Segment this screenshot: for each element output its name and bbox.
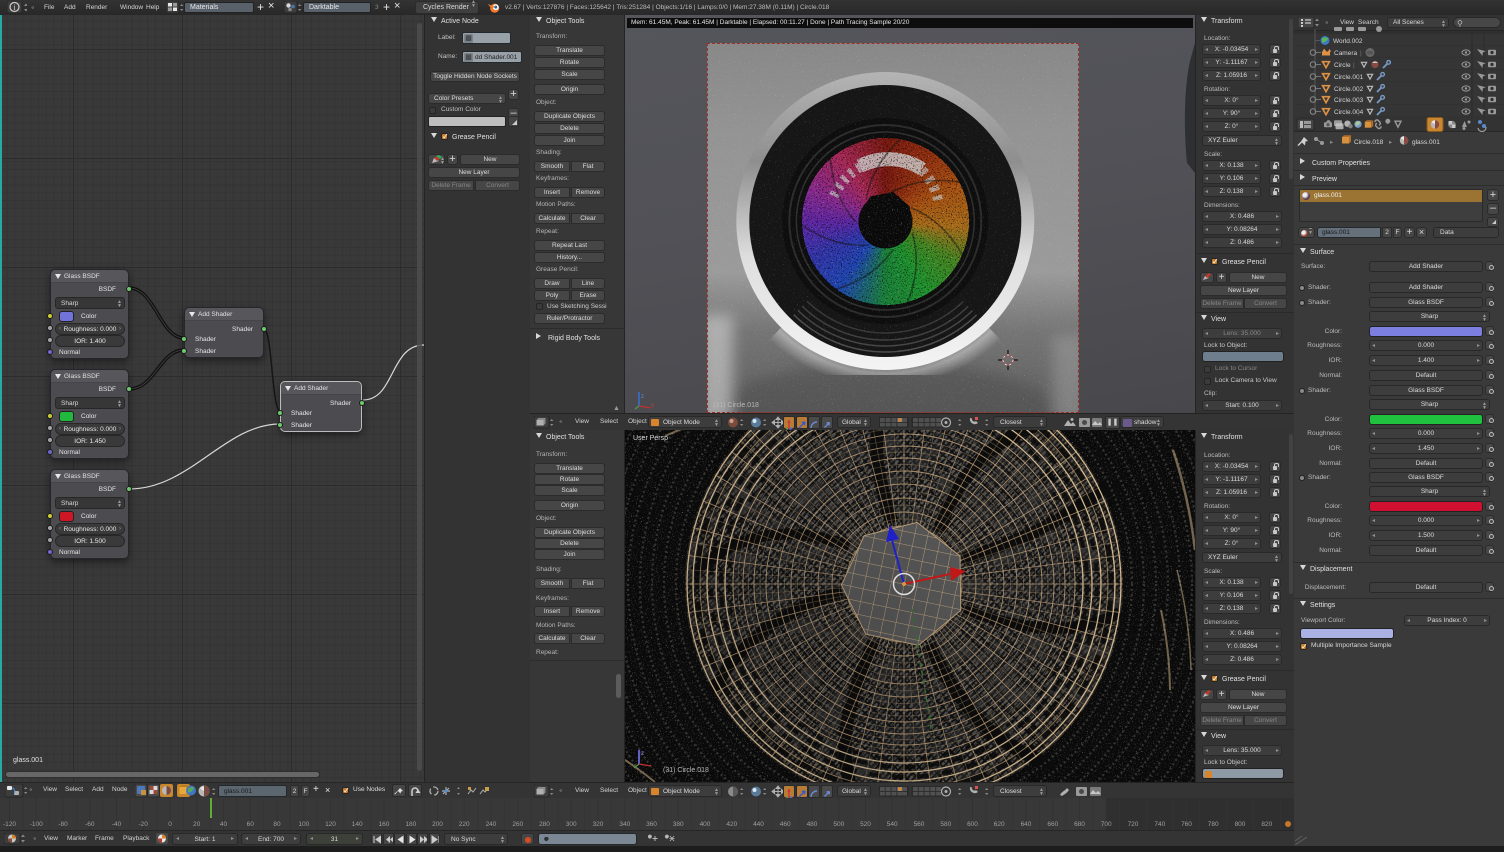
svg-text:|: | bbox=[1358, 97, 1360, 104]
svg-text:0: 0 bbox=[168, 821, 172, 828]
svg-text:760: 760 bbox=[1181, 821, 1192, 828]
svg-text:40: 40 bbox=[220, 821, 228, 828]
svg-text:620: 620 bbox=[994, 821, 1005, 828]
svg-text:360: 360 bbox=[646, 821, 657, 828]
svg-text:780: 780 bbox=[1208, 821, 1219, 828]
svg-text:680: 680 bbox=[1074, 821, 1085, 828]
svg-text:Circle.018: Circle.018 bbox=[1354, 139, 1384, 146]
svg-text:Circle: Circle bbox=[1334, 62, 1351, 69]
svg-text:420: 420 bbox=[726, 821, 737, 828]
svg-text:x: x bbox=[651, 403, 654, 409]
svg-text:300: 300 bbox=[566, 821, 577, 828]
svg-text:120: 120 bbox=[325, 821, 336, 828]
svg-text:-40: -40 bbox=[112, 821, 122, 828]
svg-text:-60: -60 bbox=[85, 821, 95, 828]
svg-text:560: 560 bbox=[914, 821, 925, 828]
svg-text:|: | bbox=[1353, 62, 1355, 69]
svg-text:480: 480 bbox=[807, 821, 818, 828]
svg-text:glass.001: glass.001 bbox=[1412, 139, 1440, 146]
svg-text:|: | bbox=[1360, 50, 1362, 57]
svg-text:60: 60 bbox=[247, 821, 255, 828]
svg-text:200: 200 bbox=[432, 821, 443, 828]
svg-text:|: | bbox=[1358, 109, 1360, 116]
svg-text:500: 500 bbox=[833, 821, 844, 828]
svg-text:580: 580 bbox=[940, 821, 951, 828]
svg-text:700: 700 bbox=[1101, 821, 1112, 828]
svg-text:820: 820 bbox=[1261, 821, 1272, 828]
svg-text:160: 160 bbox=[379, 821, 390, 828]
svg-text:520: 520 bbox=[860, 821, 871, 828]
svg-text:260: 260 bbox=[512, 821, 523, 828]
svg-text:440: 440 bbox=[753, 821, 764, 828]
svg-text:240: 240 bbox=[486, 821, 497, 828]
svg-text:340: 340 bbox=[619, 821, 630, 828]
svg-text:z: z bbox=[641, 394, 644, 400]
svg-text:660: 660 bbox=[1047, 821, 1058, 828]
svg-text:220: 220 bbox=[459, 821, 470, 828]
svg-text:World.002: World.002 bbox=[1333, 38, 1363, 45]
svg-text:400: 400 bbox=[700, 821, 711, 828]
svg-text:-100: -100 bbox=[30, 821, 43, 828]
svg-text:z: z bbox=[641, 751, 644, 757]
svg-text:▸: ▸ bbox=[1389, 139, 1393, 146]
svg-text:Camera: Camera bbox=[1334, 50, 1358, 57]
svg-text:|: | bbox=[1358, 74, 1360, 81]
svg-text:600: 600 bbox=[967, 821, 978, 828]
svg-text:540: 540 bbox=[887, 821, 898, 828]
svg-text:▸: ▸ bbox=[1330, 139, 1334, 146]
svg-text:800: 800 bbox=[1235, 821, 1246, 828]
svg-text:180: 180 bbox=[405, 821, 416, 828]
svg-text:140: 140 bbox=[352, 821, 363, 828]
svg-text:-20: -20 bbox=[138, 821, 148, 828]
svg-text:320: 320 bbox=[593, 821, 604, 828]
svg-text:380: 380 bbox=[673, 821, 684, 828]
svg-text:740: 740 bbox=[1154, 821, 1165, 828]
svg-text:720: 720 bbox=[1128, 821, 1139, 828]
svg-text:460: 460 bbox=[780, 821, 791, 828]
svg-text:|: | bbox=[1358, 86, 1360, 93]
svg-text:100: 100 bbox=[298, 821, 309, 828]
svg-text:80: 80 bbox=[273, 821, 281, 828]
svg-text:-120: -120 bbox=[3, 821, 16, 828]
svg-text:280: 280 bbox=[539, 821, 550, 828]
svg-text:-80: -80 bbox=[58, 821, 68, 828]
svg-text:640: 640 bbox=[1021, 821, 1032, 828]
svg-text:20: 20 bbox=[193, 821, 201, 828]
